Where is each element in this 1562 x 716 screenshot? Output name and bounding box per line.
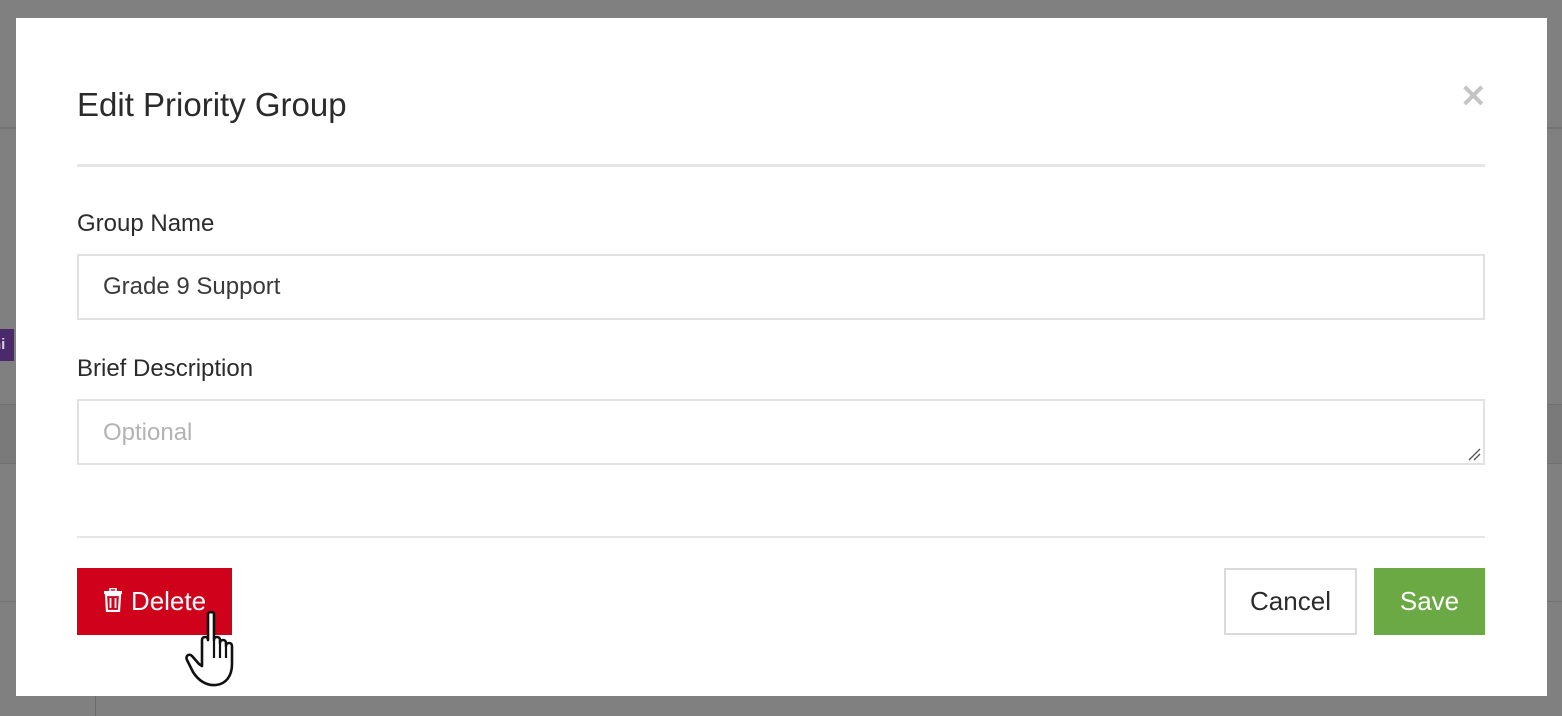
background-badge: ni xyxy=(0,329,14,361)
footer-divider xyxy=(77,536,1485,538)
trash-icon xyxy=(103,588,122,613)
close-icon[interactable]: × xyxy=(1459,78,1488,112)
modal-title: Edit Priority Group xyxy=(77,86,347,123)
group-name-label: Group Name xyxy=(77,210,215,237)
group-name-input[interactable] xyxy=(77,254,1485,320)
delete-button-label: Delete xyxy=(130,586,207,616)
brief-description-label: Brief Description xyxy=(77,355,254,382)
brief-description-input[interactable] xyxy=(77,399,1485,465)
edit-priority-group-modal: Edit Priority Group × Group Name Brief D… xyxy=(16,18,1547,696)
save-button[interactable]: Save xyxy=(1374,568,1485,635)
cancel-button[interactable]: Cancel xyxy=(1224,568,1357,635)
modal-header: Edit Priority Group × xyxy=(77,18,1488,167)
delete-button[interactable]: Delete xyxy=(77,568,232,635)
resize-grip-icon[interactable] xyxy=(1467,447,1481,461)
